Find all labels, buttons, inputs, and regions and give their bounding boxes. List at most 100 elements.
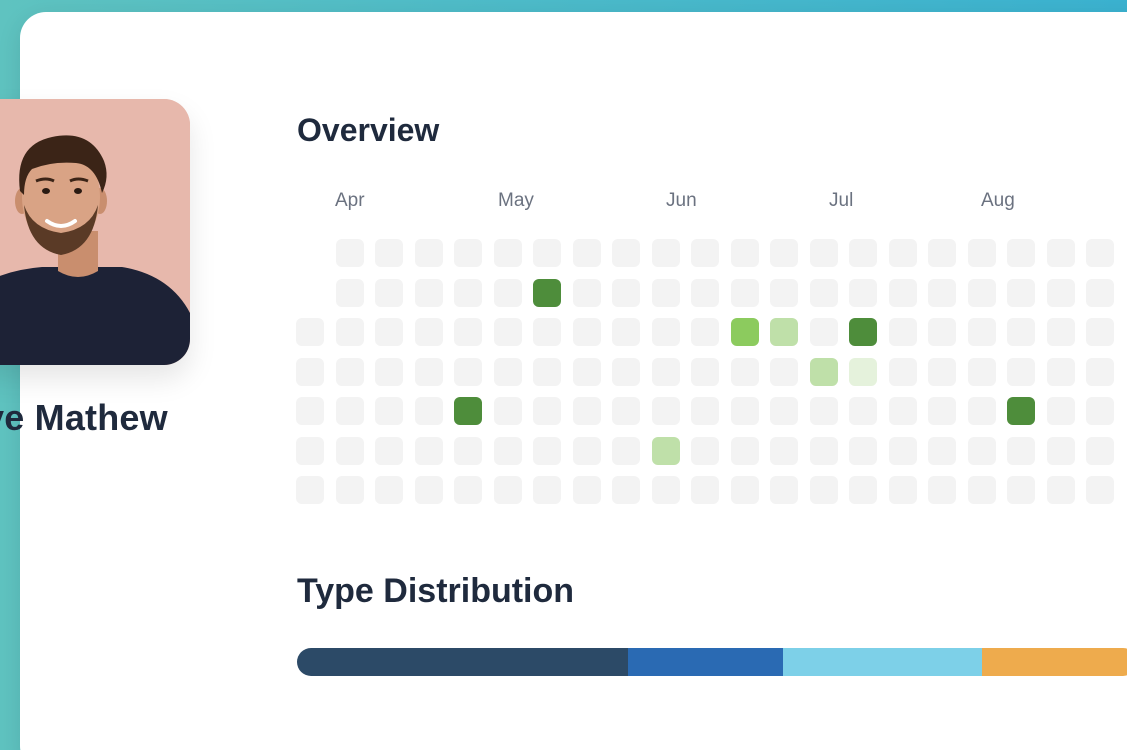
activity-cell[interactable]: [849, 358, 877, 386]
activity-cell[interactable]: [612, 476, 640, 504]
activity-cell[interactable]: [928, 239, 956, 267]
activity-cell[interactable]: [533, 358, 561, 386]
activity-cell[interactable]: [968, 437, 996, 465]
activity-cell[interactable]: [1086, 437, 1114, 465]
activity-cell[interactable]: [415, 358, 443, 386]
activity-cell[interactable]: [889, 318, 917, 346]
activity-cell[interactable]: [849, 437, 877, 465]
activity-cell[interactable]: [573, 358, 601, 386]
activity-cell[interactable]: [612, 397, 640, 425]
activity-cell[interactable]: [968, 476, 996, 504]
activity-cell[interactable]: [494, 437, 522, 465]
activity-cell[interactable]: [1086, 358, 1114, 386]
activity-cell[interactable]: [731, 279, 759, 307]
activity-cell[interactable]: [533, 279, 561, 307]
activity-cell[interactable]: [415, 397, 443, 425]
activity-cell[interactable]: [652, 279, 680, 307]
activity-cell[interactable]: [533, 239, 561, 267]
activity-cell[interactable]: [415, 239, 443, 267]
activity-cell[interactable]: [296, 476, 324, 504]
activity-cell[interactable]: [770, 239, 798, 267]
activity-cell[interactable]: [296, 397, 324, 425]
activity-cell[interactable]: [928, 358, 956, 386]
activity-cell[interactable]: [889, 397, 917, 425]
activity-cell[interactable]: [573, 279, 601, 307]
activity-cell[interactable]: [849, 476, 877, 504]
activity-cell[interactable]: [494, 318, 522, 346]
activity-cell[interactable]: [731, 239, 759, 267]
activity-cell[interactable]: [889, 279, 917, 307]
activity-cell[interactable]: [652, 318, 680, 346]
activity-cell[interactable]: [375, 358, 403, 386]
activity-cell[interactable]: [375, 476, 403, 504]
activity-cell[interactable]: [928, 279, 956, 307]
activity-cell[interactable]: [691, 279, 719, 307]
activity-cell[interactable]: [849, 397, 877, 425]
activity-cell[interactable]: [1047, 358, 1075, 386]
activity-cell[interactable]: [573, 437, 601, 465]
activity-cell[interactable]: [336, 239, 364, 267]
activity-cell[interactable]: [1086, 279, 1114, 307]
activity-cell[interactable]: [1086, 476, 1114, 504]
activity-cell[interactable]: [1086, 239, 1114, 267]
activity-cell[interactable]: [375, 397, 403, 425]
activity-cell[interactable]: [1007, 358, 1035, 386]
activity-cell[interactable]: [1007, 437, 1035, 465]
activity-cell[interactable]: [336, 437, 364, 465]
activity-cell[interactable]: [889, 437, 917, 465]
activity-cell[interactable]: [573, 476, 601, 504]
activity-cell[interactable]: [1047, 318, 1075, 346]
activity-cell[interactable]: [770, 437, 798, 465]
activity-cell[interactable]: [415, 279, 443, 307]
activity-cell[interactable]: [691, 476, 719, 504]
activity-cell[interactable]: [573, 397, 601, 425]
activity-cell[interactable]: [810, 476, 838, 504]
activity-cell[interactable]: [652, 476, 680, 504]
activity-cell[interactable]: [1007, 476, 1035, 504]
activity-cell[interactable]: [454, 279, 482, 307]
activity-cell[interactable]: [494, 397, 522, 425]
activity-cell[interactable]: [454, 358, 482, 386]
activity-cell[interactable]: [296, 318, 324, 346]
activity-cell[interactable]: [691, 358, 719, 386]
activity-cell[interactable]: [928, 476, 956, 504]
activity-cell[interactable]: [1047, 239, 1075, 267]
activity-cell[interactable]: [336, 358, 364, 386]
activity-cell[interactable]: [573, 318, 601, 346]
activity-cell[interactable]: [375, 239, 403, 267]
activity-cell[interactable]: [415, 437, 443, 465]
activity-cell[interactable]: [533, 318, 561, 346]
activity-cell[interactable]: [612, 437, 640, 465]
activity-cell[interactable]: [810, 397, 838, 425]
activity-cell[interactable]: [1047, 397, 1075, 425]
activity-cell[interactable]: [849, 279, 877, 307]
activity-cell[interactable]: [770, 397, 798, 425]
activity-cell[interactable]: [849, 239, 877, 267]
activity-cell[interactable]: [1007, 318, 1035, 346]
activity-cell[interactable]: [691, 397, 719, 425]
activity-cell[interactable]: [810, 239, 838, 267]
activity-cell[interactable]: [573, 239, 601, 267]
activity-cell[interactable]: [494, 279, 522, 307]
activity-cell[interactable]: [415, 318, 443, 346]
activity-cell[interactable]: [928, 397, 956, 425]
activity-cell[interactable]: [849, 318, 877, 346]
activity-cell[interactable]: [731, 437, 759, 465]
activity-cell[interactable]: [652, 437, 680, 465]
activity-cell[interactable]: [810, 437, 838, 465]
activity-cell[interactable]: [1047, 476, 1075, 504]
activity-cell[interactable]: [494, 358, 522, 386]
activity-cell[interactable]: [968, 358, 996, 386]
activity-cell[interactable]: [454, 239, 482, 267]
activity-cell[interactable]: [612, 318, 640, 346]
activity-cell[interactable]: [1047, 437, 1075, 465]
activity-cell[interactable]: [652, 358, 680, 386]
activity-cell[interactable]: [731, 358, 759, 386]
activity-cell[interactable]: [533, 437, 561, 465]
activity-cell[interactable]: [889, 358, 917, 386]
activity-cell[interactable]: [968, 397, 996, 425]
activity-cell[interactable]: [454, 397, 482, 425]
activity-cell[interactable]: [612, 358, 640, 386]
activity-cell[interactable]: [968, 318, 996, 346]
activity-cell[interactable]: [1086, 318, 1114, 346]
